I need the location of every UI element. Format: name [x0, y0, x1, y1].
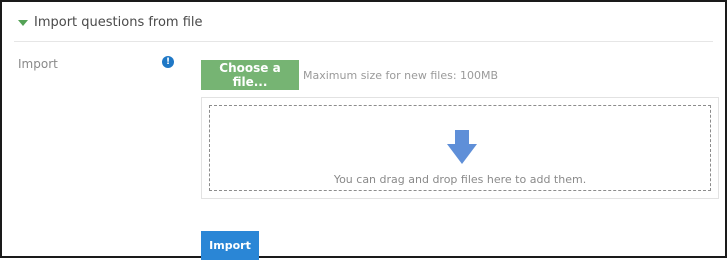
section-divider	[14, 41, 713, 42]
import-field-label: Import	[18, 57, 58, 71]
section-header-toggle[interactable]: Import questions from file	[18, 15, 203, 30]
file-dropzone[interactable]: You can drag and drop files here to add …	[201, 97, 719, 199]
max-file-size-note: Maximum size for new files: 100MB	[303, 69, 499, 82]
import-button[interactable]: Import	[201, 231, 259, 260]
arrow-down-icon	[447, 130, 477, 164]
choose-file-button[interactable]: Choose a file...	[201, 60, 299, 90]
section-title: Import questions from file	[34, 15, 203, 30]
import-panel: Import questions from file Import ! Choo…	[0, 0, 727, 260]
info-icon[interactable]: !	[162, 56, 174, 68]
triangle-down-icon	[18, 19, 28, 26]
dropzone-hint: You can drag and drop files here to add …	[333, 173, 587, 186]
dropzone-dashed-area: You can drag and drop files here to add …	[209, 105, 711, 191]
